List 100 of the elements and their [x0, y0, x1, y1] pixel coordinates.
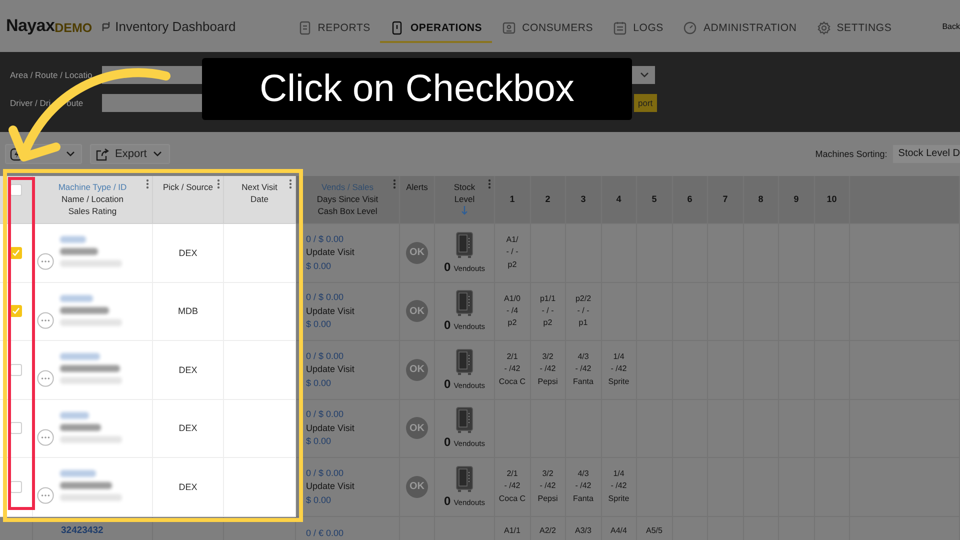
nav-tab[interactable]: OPERATIONS — [380, 14, 492, 43]
sorting-label: Machines Sorting: — [815, 149, 888, 159]
visit-status[interactable]: Update Visit — [306, 480, 399, 494]
sorting-select[interactable]: Stock Level D — [893, 145, 960, 163]
document-icon — [298, 20, 312, 34]
checkbox[interactable] — [10, 184, 22, 196]
source-type: DEX — [178, 364, 198, 375]
sales-amount: 0 / € 0.00 — [306, 526, 345, 540]
column-title[interactable]: Machine Type / ID — [58, 182, 127, 194]
column-menu-icon[interactable] — [289, 179, 292, 189]
slot-info: A1/0 - /4 p2 — [503, 292, 522, 330]
column-subtitle: Date — [250, 194, 268, 206]
back-link[interactable]: Back — [942, 22, 960, 30]
list-icon — [613, 20, 628, 34]
column-title[interactable]: Stock — [454, 182, 476, 194]
column-menu-icon[interactable] — [146, 179, 149, 189]
column-menu-icon[interactable] — [217, 179, 220, 189]
vendout-count: 0 — [444, 435, 451, 450]
source-type: MDB — [178, 306, 198, 316]
caret-icon — [640, 72, 649, 78]
brand-name: Nayax — [6, 16, 55, 36]
slot-info: A1/1 — [503, 524, 522, 536]
column-title[interactable]: Alerts — [406, 182, 428, 194]
blurred-text — [60, 294, 93, 302]
vendout-count: 0 — [444, 260, 451, 274]
column-title[interactable]: 10 — [826, 193, 837, 206]
caret-icon — [152, 151, 162, 157]
blurred-text — [60, 482, 112, 489]
slot-info: 2/1 - /42 Coca C — [498, 351, 527, 388]
column-title[interactable]: 4 — [616, 193, 622, 206]
column-title[interactable]: 3 — [580, 193, 586, 206]
blurred-text — [60, 365, 120, 372]
column-title[interactable]: 7 — [722, 193, 728, 206]
slot-info: A1/ - / - p2 — [505, 234, 520, 271]
alert-status-badge: OK — [406, 476, 428, 498]
column-menu-icon[interactable] — [488, 179, 491, 189]
app-icon — [101, 20, 112, 32]
sales-amount: 0 / $ 0.00 — [306, 232, 345, 246]
blurred-text — [60, 377, 122, 384]
tutorial-tooltip: Click on Checkbox — [202, 58, 632, 120]
vendout-count: 0 — [444, 318, 451, 332]
slot-info: A2/2 — [538, 524, 557, 536]
nav-tab[interactable]: ADMINISTRATION — [673, 14, 807, 43]
visit-status[interactable]: Update Visit — [306, 422, 399, 435]
vending-machine-icon — [456, 290, 473, 316]
nav-tab[interactable]: REPORTS — [288, 14, 380, 43]
blurred-text — [60, 412, 89, 418]
blurred-text — [60, 236, 86, 243]
field-label: Area / Route / Locatio — [10, 70, 94, 80]
nav-tab[interactable]: CONSUMERS — [492, 14, 604, 43]
caret-icon — [66, 151, 75, 157]
blurred-text — [60, 248, 98, 255]
column-title[interactable]: 5 — [652, 193, 657, 206]
alert-status-badge: OK — [406, 358, 428, 381]
brand-suffix: DEMO — [54, 20, 92, 34]
source-type: DEX — [178, 482, 198, 492]
column-title[interactable]: Next Visit — [242, 182, 278, 194]
visit-status[interactable]: Update Visit — [306, 363, 399, 376]
visit-status[interactable]: Update Visit — [306, 246, 399, 260]
column-title[interactable]: 1 — [510, 193, 515, 206]
blurred-text — [60, 306, 109, 314]
column-title[interactable]: 6 — [687, 193, 692, 206]
checkbox[interactable] — [10, 480, 22, 493]
checkbox[interactable] — [10, 422, 22, 434]
sales-amount: 0 / $ 0.00 — [306, 466, 345, 480]
blurred-text — [60, 318, 122, 326]
export-button[interactable]: Export — [90, 144, 170, 164]
checkbox[interactable] — [10, 364, 22, 376]
column-title[interactable]: Pick / Source — [162, 182, 214, 194]
column-title[interactable]: 2 — [545, 193, 550, 206]
alert-status-badge: OK — [406, 300, 428, 322]
cash-level: $ 0.00 — [306, 435, 332, 448]
nav-tab[interactable]: SETTINGS — [806, 14, 902, 43]
report-button[interactable]: port — [634, 94, 657, 112]
slot-info: 3/2 - /42 Pepsi — [536, 351, 559, 388]
vending-machine-icon — [456, 232, 473, 258]
nav-tab[interactable]: LOGS — [603, 14, 674, 43]
machine-id[interactable]: 32423432 — [33, 516, 152, 536]
column-menu-icon[interactable] — [393, 179, 396, 189]
blurred-text — [60, 494, 122, 501]
visit-status[interactable]: Update Visit — [306, 304, 399, 318]
field-label: Driver / Dri — [10, 98, 51, 108]
slot-info: 2/1 - /42 Coca C — [498, 468, 527, 505]
slot-info: 1/4 - /42 Sprite — [607, 468, 630, 505]
checkbox[interactable] — [10, 305, 22, 318]
alert-status-badge: OK — [406, 417, 428, 440]
slot-info: p1/1 - / - p2 — [538, 292, 557, 330]
slot-info: A4/4 — [610, 524, 628, 536]
cash-level: $ 0.00 — [306, 318, 332, 331]
column-title[interactable]: 9 — [794, 193, 799, 206]
column-title[interactable]: 8 — [758, 193, 764, 206]
app-title: Inventory Dashboard — [115, 18, 236, 34]
blurred-text — [60, 424, 101, 430]
vending-machine-icon — [456, 348, 473, 375]
cash-level: $ 0.00 — [306, 260, 332, 272]
checkbox[interactable] — [10, 246, 22, 259]
vendout-count: 0 — [444, 376, 451, 391]
blurred-text — [60, 260, 122, 267]
blurred-text — [60, 436, 122, 442]
column-subtitle: Level — [454, 194, 475, 206]
